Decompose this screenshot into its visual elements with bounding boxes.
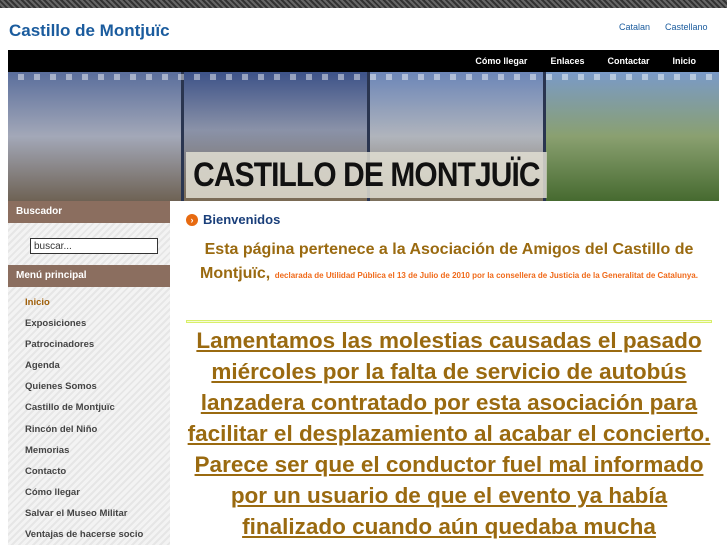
intro-small: declarada de Utilidad Pública el 13 de J… xyxy=(274,271,698,280)
menu-item-memorias[interactable]: Memorias xyxy=(8,439,170,460)
menu-item-castillo[interactable]: Castillo de Montjuïc xyxy=(8,396,170,417)
nav-inicio[interactable]: Inicio xyxy=(672,56,696,66)
menu-item-agenda[interactable]: Agenda xyxy=(8,354,170,375)
main-menu: Inicio Exposiciones Patrocinadores Agend… xyxy=(8,287,170,544)
banner-image: CASTILLO DE MONTJUÏC xyxy=(8,72,719,201)
sidebar: Buscador Menú principal Inicio Exposicio… xyxy=(8,201,170,545)
menu-item-patrocinadores[interactable]: Patrocinadores xyxy=(8,333,170,354)
top-stripe xyxy=(0,0,727,8)
menu-item-exposiciones[interactable]: Exposiciones xyxy=(8,312,170,333)
lang-castellano[interactable]: Castellano xyxy=(665,22,708,32)
top-nav: Cómo llegar Enlaces Contactar Inicio xyxy=(8,50,719,72)
divider xyxy=(186,320,712,323)
menu-heading: Menú principal xyxy=(8,265,170,287)
menu-item-quienes-somos[interactable]: Quienes Somos xyxy=(8,375,170,396)
search-module xyxy=(8,223,170,265)
nav-como-llegar[interactable]: Cómo llegar xyxy=(475,56,527,66)
banner-photo xyxy=(8,72,184,201)
intro-paragraph: Esta página pertenece a la Asociación de… xyxy=(186,238,712,286)
banner-photo xyxy=(546,72,719,201)
menu-item-ventajas-socio[interactable]: Ventajas de hacerse socio xyxy=(8,523,170,544)
search-heading: Buscador xyxy=(8,201,170,223)
film-sprockets xyxy=(8,74,719,80)
nav-contactar[interactable]: Contactar xyxy=(607,56,649,66)
lang-catalan[interactable]: Catalan xyxy=(619,22,650,32)
menu-item-inicio[interactable]: Inicio xyxy=(8,291,170,312)
menu-item-contacto[interactable]: Contacto xyxy=(8,460,170,481)
search-input[interactable] xyxy=(30,238,158,254)
banner-title: CASTILLO DE MONTJUÏC xyxy=(186,152,547,198)
site-title[interactable]: Castillo de Montjuïc xyxy=(9,21,170,41)
welcome-text: Bienvenidos xyxy=(203,212,281,227)
menu-item-como-llegar[interactable]: Cómo llegar xyxy=(8,481,170,502)
notice-text: Lamentamos las molestias causadas el pas… xyxy=(187,328,711,539)
nav-enlaces[interactable]: Enlaces xyxy=(550,56,584,66)
menu-item-museo-militar[interactable]: Salvar el Museo Militar xyxy=(8,502,170,523)
chevron-right-icon: › xyxy=(186,213,198,226)
welcome-heading: › Bienvenidos xyxy=(186,212,280,227)
menu-item-rincon-nino[interactable]: Rincón del Niño xyxy=(8,418,170,439)
